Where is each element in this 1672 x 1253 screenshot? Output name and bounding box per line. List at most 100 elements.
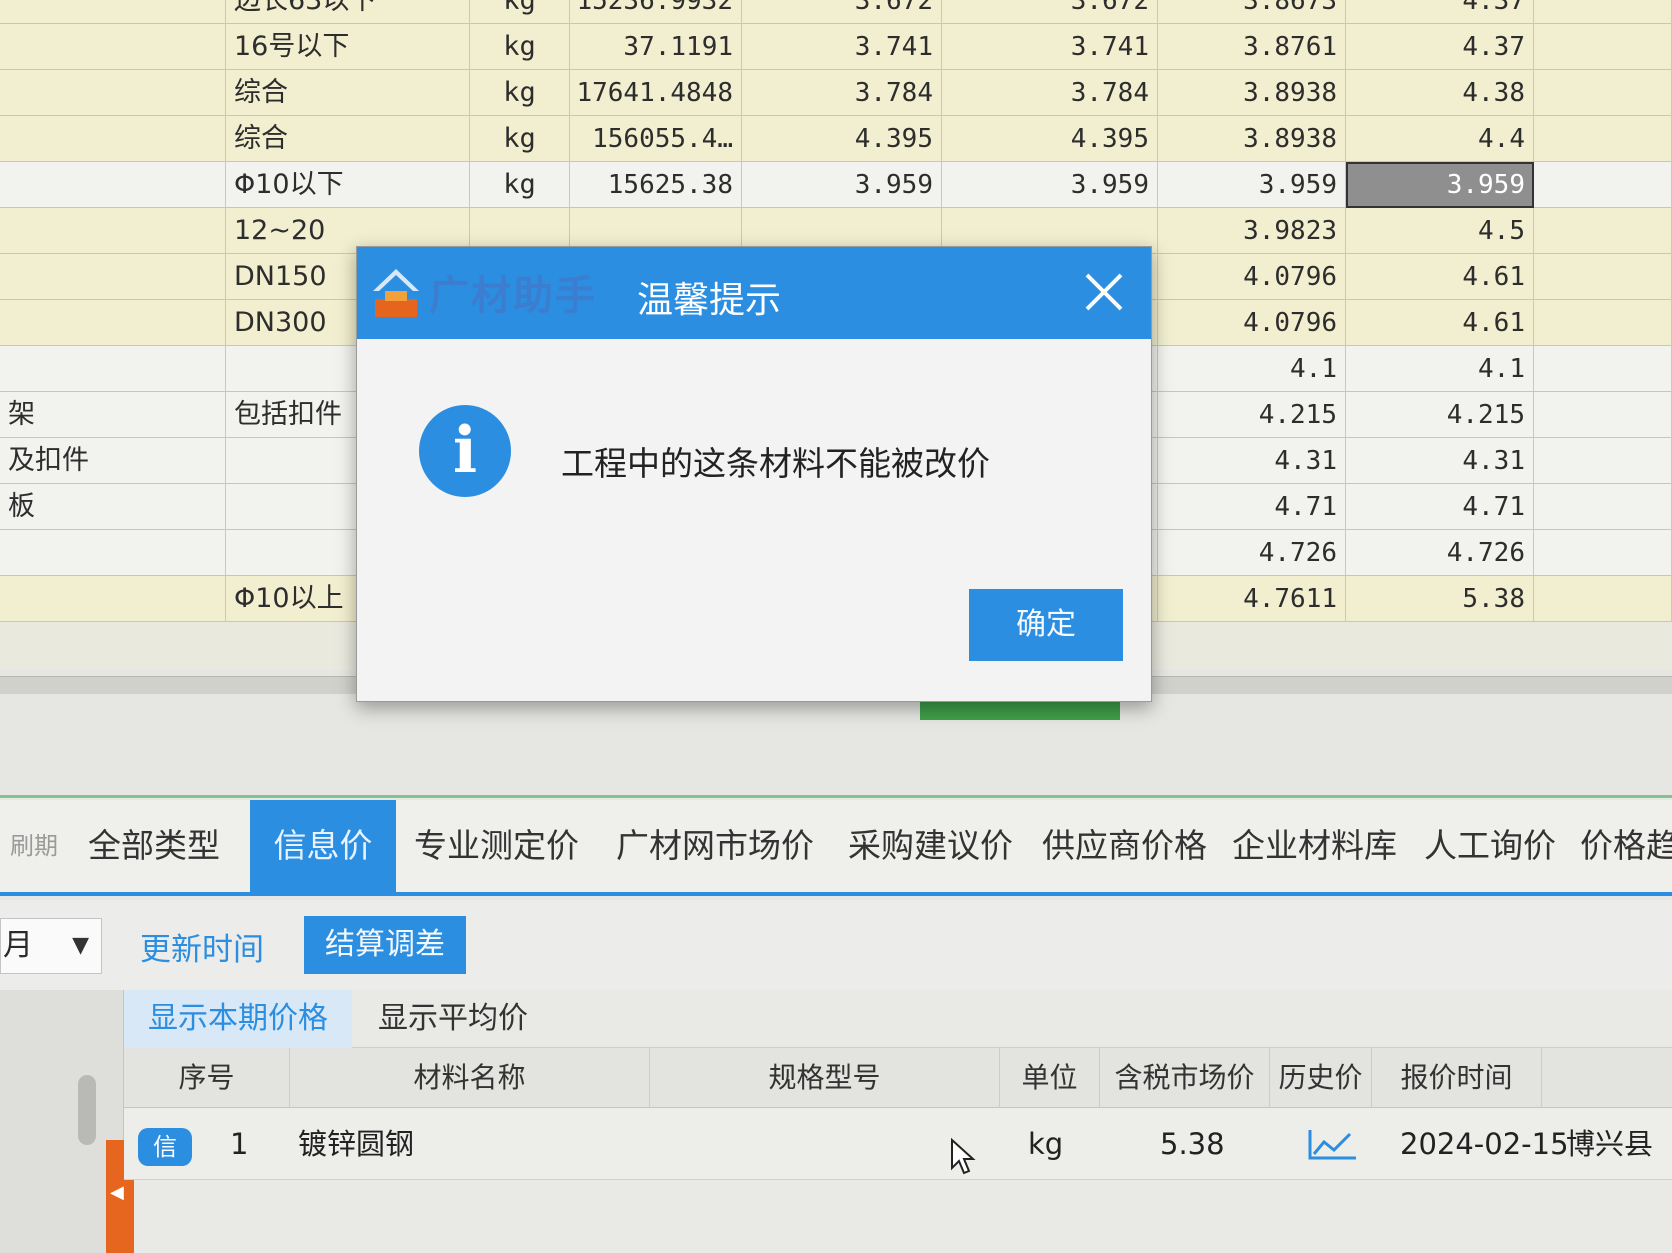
grid-row[interactable]: 综合 kg 17641.4848 3.784 3.784 3.8938 4.38 (0, 70, 1672, 116)
cell-price-budget[interactable]: 3.784 (742, 70, 942, 116)
cell-category[interactable] (0, 116, 226, 162)
cell-category[interactable]: 及扣件 (0, 438, 226, 484)
cell-price-info[interactable]: 4.0796 (1158, 254, 1346, 300)
cell-price-info[interactable]: 4.71 (1158, 484, 1346, 530)
header-unit[interactable]: 单位 (1000, 1048, 1100, 1108)
cell-price-final[interactable]: 4.61 (1346, 300, 1534, 346)
cell-category[interactable] (0, 346, 226, 392)
month-select[interactable]: 月 ▼ (0, 918, 102, 974)
cell-category[interactable]: 架 (0, 392, 226, 438)
cell-quantity[interactable]: 17641.4848 (570, 70, 742, 116)
cell-quantity[interactable]: 15236.9932 (570, 0, 742, 24)
cell-category[interactable] (0, 0, 226, 24)
cell-price-final[interactable]: 4.726 (1346, 530, 1534, 576)
gutter-scroll-handle[interactable] (78, 1075, 96, 1145)
history-chart-icon[interactable] (1308, 1126, 1358, 1162)
cell-unit[interactable]: kg (470, 116, 570, 162)
cell-category[interactable] (0, 70, 226, 116)
cell-extra[interactable] (1534, 254, 1672, 300)
cell-unit[interactable]: kg (470, 0, 570, 24)
ok-button[interactable]: 确定 (969, 589, 1123, 661)
cell-extra[interactable] (1534, 162, 1672, 208)
tab-info-price[interactable]: 信息价 (250, 800, 396, 892)
subtab-average-price[interactable]: 显示平均价 (354, 990, 552, 1048)
header-spec[interactable]: 规格型号 (650, 1048, 1000, 1108)
tab-professional-price[interactable]: 专业测定价 (404, 800, 589, 892)
cell-price-info[interactable]: 4.1 (1158, 346, 1346, 392)
cell-extra[interactable] (1534, 300, 1672, 346)
cell-price-info[interactable]: 3.8938 (1158, 70, 1346, 116)
cell-category[interactable] (0, 530, 226, 576)
cell-spec[interactable]: 边长63以下 (226, 0, 470, 24)
cell-price-info[interactable]: 3.959 (1158, 162, 1346, 208)
cell-price-final[interactable]: 4.5 (1346, 208, 1534, 254)
tab-supplier-price[interactable]: 供应商价格 (1032, 800, 1217, 892)
cell-price-final[interactable]: 4.61 (1346, 254, 1534, 300)
cell-price-final[interactable]: 4.37 (1346, 24, 1534, 70)
cell-price-final[interactable]: 3.959 (1346, 162, 1534, 208)
cell-category[interactable] (0, 208, 226, 254)
cell-price-final[interactable]: 4.4 (1346, 116, 1534, 162)
cell-category[interactable] (0, 254, 226, 300)
grid-row[interactable]: 综合 kg 156055.4… 4.395 4.395 3.8938 4.4 (0, 116, 1672, 162)
cell-quantity[interactable]: 156055.4… (570, 116, 742, 162)
cell-category[interactable] (0, 24, 226, 70)
cell-spec[interactable]: 综合 (226, 116, 470, 162)
settle-diff-button[interactable]: 结算调差 (304, 916, 466, 974)
cell-price-final[interactable]: 4.1 (1346, 346, 1534, 392)
cell-price-market[interactable]: 3.741 (942, 24, 1158, 70)
cell-extra[interactable] (1534, 484, 1672, 530)
cell-unit[interactable]: kg (470, 162, 570, 208)
cell-price-budget[interactable]: 3.672 (742, 0, 942, 24)
cell-extra[interactable] (1534, 116, 1672, 162)
cell-category[interactable] (0, 576, 226, 622)
cell-price-info[interactable]: 3.9823 (1158, 208, 1346, 254)
tab-price-trend[interactable]: 价格趋 (1570, 800, 1672, 892)
close-icon[interactable] (1081, 269, 1127, 315)
cell-extra[interactable] (1534, 24, 1672, 70)
cell-price-info[interactable]: 4.215 (1158, 392, 1346, 438)
cell-price-final[interactable]: 4.37 (1346, 0, 1534, 24)
tab-period[interactable]: 刷期 (0, 800, 68, 892)
cell-extra[interactable] (1534, 0, 1672, 24)
cell-price-final[interactable]: 5.38 (1346, 576, 1534, 622)
cell-spec[interactable]: 综合 (226, 70, 470, 116)
cell-price-budget[interactable]: 3.959 (742, 162, 942, 208)
cell-price-final[interactable]: 4.31 (1346, 438, 1534, 484)
tab-purchase-suggest[interactable]: 采购建议价 (838, 800, 1023, 892)
cell-price-info[interactable]: 4.726 (1158, 530, 1346, 576)
cell-price-market[interactable]: 3.959 (942, 162, 1158, 208)
cell-price-market[interactable]: 4.395 (942, 116, 1158, 162)
cell-price-final[interactable]: 4.38 (1346, 70, 1534, 116)
cell-category[interactable] (0, 162, 226, 208)
tab-enterprise-library[interactable]: 企业材料库 (1222, 800, 1407, 892)
cell-extra[interactable] (1534, 438, 1672, 484)
cell-unit[interactable]: kg (470, 70, 570, 116)
cell-extra[interactable] (1534, 70, 1672, 116)
cell-price-final[interactable]: 4.215 (1346, 392, 1534, 438)
header-quote-time[interactable]: 报价时间 (1372, 1048, 1542, 1108)
cell-price-info[interactable]: 4.31 (1158, 438, 1346, 484)
grid-row[interactable]: 16号以下 kg 37.1191 3.741 3.741 3.8761 4.37 (0, 24, 1672, 70)
cell-price-info[interactable]: 3.8761 (1158, 24, 1346, 70)
cell-extra[interactable] (1534, 530, 1672, 576)
cell-price-info[interactable]: 3.8938 (1158, 116, 1346, 162)
tab-all-types[interactable]: 全部类型 (78, 800, 230, 892)
cell-category[interactable] (0, 300, 226, 346)
cell-category[interactable]: 板 (0, 484, 226, 530)
cell-extra[interactable] (1534, 208, 1672, 254)
grid-row[interactable]: 边长63以下 kg 15236.9932 3.672 3.672 3.8673 4.37 (0, 0, 1672, 24)
cell-price-final[interactable]: 4.71 (1346, 484, 1534, 530)
cell-price-info[interactable]: 3.8673 (1158, 0, 1346, 24)
cell-extra[interactable] (1534, 346, 1672, 392)
cell-extra[interactable] (1534, 576, 1672, 622)
cell-spec[interactable]: 16号以下 (226, 24, 470, 70)
table-row[interactable]: 信 1 镀锌圆钢 kg 5.38 2024-02-15 博兴县 (124, 1108, 1672, 1180)
subtab-current-price[interactable]: 显示本期价格 (124, 990, 352, 1048)
cell-extra[interactable] (1534, 392, 1672, 438)
tab-manual-inquiry[interactable]: 人工询价 (1414, 800, 1566, 892)
cell-price-market[interactable]: 3.672 (942, 0, 1158, 24)
cell-price-info[interactable]: 4.7611 (1158, 576, 1346, 622)
header-history[interactable]: 历史价 (1270, 1048, 1372, 1108)
header-material-name[interactable]: 材料名称 (290, 1048, 650, 1108)
